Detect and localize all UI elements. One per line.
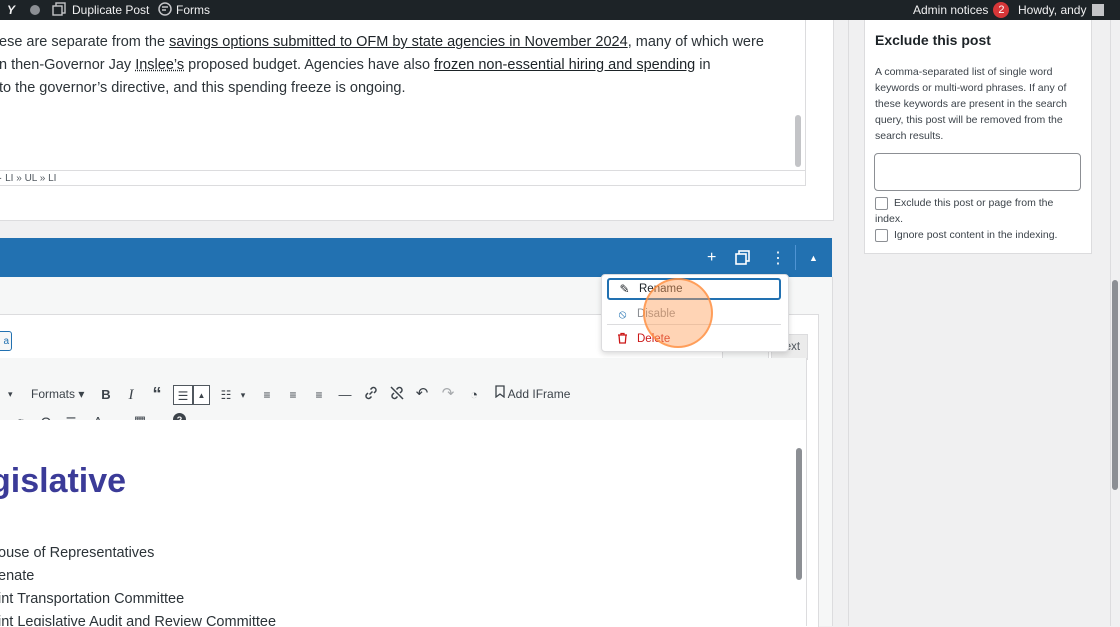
horizontal-line-icon[interactable]: — <box>338 385 352 405</box>
duplicate-post-label: Duplicate Post <box>72 3 150 17</box>
ignore-content-option[interactable]: Ignore post content in the indexing. <box>875 227 1085 243</box>
paragraph-line-3: to the governor’s directive, and this sp… <box>0 80 406 96</box>
undo-icon[interactable]: ↶ <box>414 384 430 404</box>
text-block-panel: ese are separate from the savings option… <box>0 20 834 221</box>
editor-visual-content[interactable]: gislative ouse of Representatives enate … <box>0 420 807 626</box>
account-menu[interactable]: Howdy, andy <box>1018 0 1105 20</box>
align-center-icon[interactable]: ≡ <box>285 385 301 405</box>
exclude-index-label: Exclude this post or page from the <box>894 197 1054 209</box>
collapse-icon[interactable]: ▲ <box>809 238 818 277</box>
formats-dropdown[interactable]: Formats ▾ <box>31 384 84 404</box>
block-header-bar: + ⋮ ▲ <box>0 238 832 277</box>
editor-top-content[interactable]: ese are separate from the savings option… <box>0 20 806 186</box>
yoast-icon: Y <box>7 3 16 17</box>
list-item: ouse of Representatives <box>0 545 155 561</box>
status-dot-icon <box>30 5 40 15</box>
exclude-index-label-cont: index. <box>875 213 904 225</box>
numbered-list-options-icon[interactable]: ▾ <box>238 385 248 405</box>
notice-count-badge: 2 <box>993 2 1010 18</box>
ignore-content-label: Ignore post content in the indexing. <box>894 229 1058 241</box>
forms-label: Forms <box>176 3 210 17</box>
list-item: enate <box>0 568 35 584</box>
pencil-icon: ✎ <box>619 282 630 296</box>
box-description: A comma-separated list of single word ke… <box>875 66 1068 142</box>
add-iframe-label: Add IFrame <box>507 387 571 401</box>
element-path: · LI » UL » LI <box>0 170 805 186</box>
numbered-list-icon[interactable]: ☷ <box>218 385 234 405</box>
bookmark-icon <box>495 385 508 401</box>
ignore-content-checkbox[interactable] <box>875 229 888 242</box>
read-more-icon[interactable]: ◔ <box>466 385 482 405</box>
copy-icon <box>52 1 68 19</box>
disable-icon: ⦸ <box>618 306 627 321</box>
exclude-index-checkbox[interactable] <box>875 197 888 210</box>
paragraph-line-1: ese are separate from the savings option… <box>0 34 764 50</box>
page-scrollbar-thumb[interactable] <box>1112 280 1118 490</box>
editor-scrollbar[interactable] <box>796 448 802 580</box>
bullet-list-icon[interactable]: ☰ <box>173 385 193 405</box>
trash-icon <box>616 332 629 347</box>
admin-bar: Y Duplicate Post Forms Admin notices 2 H… <box>0 0 1120 20</box>
list-item: int Transportation Committee <box>0 591 185 607</box>
add-iframe-button[interactable]: Add IFrame <box>495 384 570 404</box>
unlink-icon[interactable] <box>388 385 406 405</box>
click-indicator <box>643 278 713 348</box>
duplicate-post-menu[interactable]: Duplicate Post <box>52 0 149 20</box>
savings-options-link[interactable]: savings options submitted to OFM by stat… <box>169 34 628 50</box>
forms-icon <box>158 1 172 19</box>
link-icon[interactable] <box>362 385 380 405</box>
duplicate-block-icon[interactable] <box>735 238 750 277</box>
italic-icon[interactable]: I <box>124 385 138 405</box>
avatar <box>1092 4 1105 16</box>
howdy-label: Howdy, andy <box>1018 3 1087 17</box>
yoast-menu[interactable]: Y <box>7 0 15 20</box>
seo-status-dot[interactable] <box>30 0 40 20</box>
admin-notices-menu[interactable]: Admin notices 2 <box>913 0 1010 20</box>
forms-menu[interactable]: Forms <box>158 0 210 20</box>
redo-icon[interactable]: ↷ <box>440 384 456 404</box>
exclude-post-box: Exclude this post A comma-separated list… <box>864 20 1092 254</box>
exclude-keywords-textarea[interactable] <box>874 153 1081 191</box>
blockquote-icon[interactable]: “ <box>149 384 165 404</box>
section-heading: gislative <box>0 462 127 500</box>
align-right-icon[interactable]: ≡ <box>311 385 327 405</box>
bold-icon[interactable]: B <box>99 385 113 405</box>
list-item: int Legislative Audit and Review Committ… <box>0 614 277 626</box>
bullet-list-options-icon[interactable]: ▲ <box>193 385 210 405</box>
align-left-icon[interactable]: ≡ <box>259 385 275 405</box>
more-options-icon[interactable]: ⋮ <box>770 238 786 277</box>
admin-notices-label: Admin notices <box>913 3 989 17</box>
add-block-icon[interactable]: + <box>707 238 716 277</box>
editor-scrollbar[interactable] <box>795 115 801 167</box>
exclude-index-option[interactable]: Exclude this post or page from the index… <box>875 195 1085 229</box>
toolbar-divider <box>795 245 796 270</box>
paragraph-line-2: n then-Governor Jay Inslee’s proposed bu… <box>0 57 711 73</box>
inslee-link[interactable]: Inslee’s <box>135 57 184 73</box>
box-title: Exclude this post <box>875 32 991 48</box>
paragraph-dropdown-arrow[interactable]: ▾ <box>8 384 13 404</box>
hiring-freeze-link[interactable]: frozen non-essential hiring and spending <box>434 57 695 73</box>
editor-toolbar: ▾ Formats ▾ B I “ ☰ ▲ ☷ ▾ ≡ ≡ ≡ — ↶ ↷ ◔ … <box>0 358 807 430</box>
add-media-button[interactable]: a <box>0 331 12 351</box>
